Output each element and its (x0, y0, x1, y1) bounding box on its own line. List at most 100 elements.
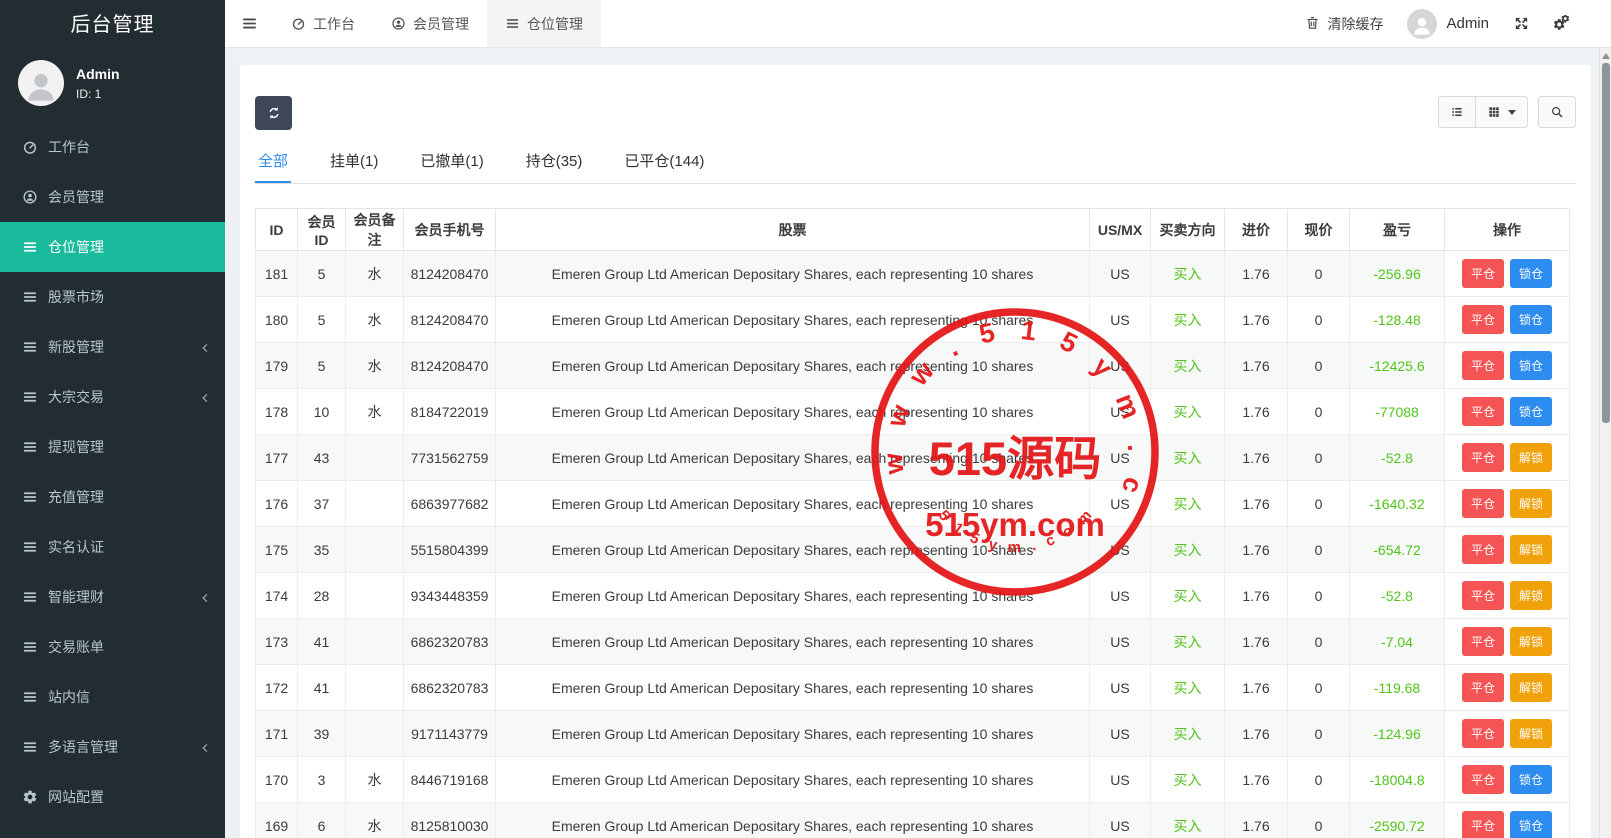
refresh-button[interactable] (255, 96, 292, 130)
scrollbar-up-arrow[interactable] (1602, 53, 1610, 59)
sidebar-item-trade-bills[interactable]: 交易账单 (0, 622, 225, 672)
cell-id: 170 (256, 757, 298, 803)
vertical-scrollbar[interactable] (1599, 48, 1611, 838)
sidebar-item-languages[interactable]: 多语言管理 (0, 722, 225, 772)
tab-closed[interactable]: 已平仓(144) (621, 142, 707, 183)
fullscreen-icon[interactable] (1513, 15, 1530, 32)
topnav-tab-members[interactable]: 会员管理 (373, 0, 487, 47)
close-position-button[interactable]: 平仓 (1462, 397, 1504, 426)
grid-view-button[interactable] (1475, 96, 1528, 128)
close-position-button[interactable]: 平仓 (1462, 673, 1504, 702)
bars-icon (22, 339, 38, 355)
sidebar-item-recharge[interactable]: 充值管理 (0, 472, 225, 522)
tab-holding[interactable]: 持仓(35) (523, 142, 586, 183)
tab-cancelled[interactable]: 已撤单(1) (417, 142, 486, 183)
sidebar-item-stock-market[interactable]: 股票市场 (0, 272, 225, 322)
table-row: 1805水8124208470Emeren Group Ltd American… (256, 297, 1570, 343)
cell-pnl: -77088 (1350, 389, 1445, 435)
scrollbar-thumb[interactable] (1602, 63, 1610, 423)
search-button[interactable] (1538, 96, 1576, 128)
cell-id: 178 (256, 389, 298, 435)
unlock-button[interactable]: 解锁 (1510, 581, 1552, 610)
tab-pending[interactable]: 挂单(1) (327, 142, 381, 183)
bars-icon (22, 489, 38, 505)
clear-cache-button[interactable]: 清除缓存 (1305, 14, 1383, 34)
unlock-button[interactable]: 解锁 (1510, 719, 1552, 748)
unlock-button[interactable]: 解锁 (1510, 443, 1552, 472)
lock-button[interactable]: 锁仓 (1510, 811, 1552, 838)
cell-pnl: -52.8 (1350, 435, 1445, 481)
sidebar-item-kyc[interactable]: 实名认证 (0, 522, 225, 572)
user-id: ID: 1 (76, 87, 120, 101)
sidebar-item-label: 新股管理 (48, 337, 199, 357)
unlock-button[interactable]: 解锁 (1510, 627, 1552, 656)
close-position-button[interactable]: 平仓 (1462, 305, 1504, 334)
sidebar-item-site-config[interactable]: 网站配置 (0, 772, 225, 822)
unlock-button[interactable]: 解锁 (1510, 535, 1552, 564)
navbar-user[interactable]: Admin (1407, 9, 1489, 39)
navbar-avatar (1407, 9, 1437, 39)
close-position-button[interactable]: 平仓 (1462, 489, 1504, 518)
cell-id: 171 (256, 711, 298, 757)
cell-remark: 水 (346, 343, 404, 389)
caret-down-icon (1508, 110, 1516, 115)
sidebar-item-block-trade[interactable]: 大宗交易 (0, 372, 225, 422)
lock-button[interactable]: 锁仓 (1510, 397, 1552, 426)
close-position-button[interactable]: 平仓 (1462, 811, 1504, 838)
chevron-left-icon (199, 341, 211, 353)
close-position-button[interactable]: 平仓 (1462, 719, 1504, 748)
sidebar-item-positions[interactable]: 仓位管理 (0, 222, 225, 272)
cell-remark (346, 711, 404, 757)
topnav-tab-positions[interactable]: 仓位管理 (487, 0, 601, 47)
bars-icon (22, 239, 38, 255)
cell-pnl: -7.04 (1350, 619, 1445, 665)
positions-card: 全部挂单(1)已撤单(1)持仓(35)已平仓(144) ID会员ID会员备注会员… (240, 65, 1591, 838)
sidebar-item-messages[interactable]: 站内信 (0, 672, 225, 722)
cell-entry-price: 1.76 (1225, 251, 1288, 297)
close-position-button[interactable]: 平仓 (1462, 581, 1504, 610)
cell-member-id: 5 (298, 251, 346, 297)
lock-button[interactable]: 锁仓 (1510, 305, 1552, 334)
hamburger-icon[interactable] (225, 0, 273, 47)
close-position-button[interactable]: 平仓 (1462, 535, 1504, 564)
tab-all[interactable]: 全部 (255, 142, 291, 183)
cell-stock: Emeren Group Ltd American Depositary Sha… (496, 435, 1090, 481)
table-row: 177437731562759Emeren Group Ltd American… (256, 435, 1570, 481)
close-position-button[interactable]: 平仓 (1462, 765, 1504, 794)
cell-direction: 买入 (1151, 757, 1225, 803)
cell-market: US (1090, 803, 1151, 838)
cell-direction: 买入 (1151, 619, 1225, 665)
close-position-button[interactable]: 平仓 (1462, 259, 1504, 288)
cell-id: 169 (256, 803, 298, 838)
lock-button[interactable]: 锁仓 (1510, 351, 1552, 380)
cell-market: US (1090, 297, 1151, 343)
cell-member-id: 3 (298, 757, 346, 803)
settings-cogs-icon[interactable] (1554, 15, 1571, 32)
sidebar-item-label: 多语言管理 (48, 737, 199, 757)
sidebar-item-members[interactable]: 会员管理 (0, 172, 225, 222)
cell-current-price: 0 (1288, 297, 1350, 343)
cell-id: 180 (256, 297, 298, 343)
lock-button[interactable]: 锁仓 (1510, 765, 1552, 794)
lock-button[interactable]: 锁仓 (1510, 259, 1552, 288)
close-position-button[interactable]: 平仓 (1462, 351, 1504, 380)
close-position-button[interactable]: 平仓 (1462, 627, 1504, 656)
sidebar-item-new-stock[interactable]: 新股管理 (0, 322, 225, 372)
sidebar-item-smart-finance[interactable]: 智能理财 (0, 572, 225, 622)
gear-icon (22, 789, 38, 805)
table-row: 1795水8124208470Emeren Group Ltd American… (256, 343, 1570, 389)
cell-pnl: -2590.72 (1350, 803, 1445, 838)
col-header-stock: 股票 (496, 209, 1090, 251)
cell-member-id: 37 (298, 481, 346, 527)
close-position-button[interactable]: 平仓 (1462, 443, 1504, 472)
sidebar-item-workbench[interactable]: 工作台 (0, 122, 225, 172)
cell-direction: 买入 (1151, 435, 1225, 481)
list-view-button[interactable] (1438, 96, 1476, 128)
table-row: 174289343448359Emeren Group Ltd American… (256, 573, 1570, 619)
unlock-button[interactable]: 解锁 (1510, 489, 1552, 518)
cell-member-id: 5 (298, 297, 346, 343)
unlock-button[interactable]: 解锁 (1510, 673, 1552, 702)
cell-market: US (1090, 251, 1151, 297)
topnav-tab-workbench[interactable]: 工作台 (273, 0, 373, 47)
sidebar-item-withdrawals[interactable]: 提现管理 (0, 422, 225, 472)
